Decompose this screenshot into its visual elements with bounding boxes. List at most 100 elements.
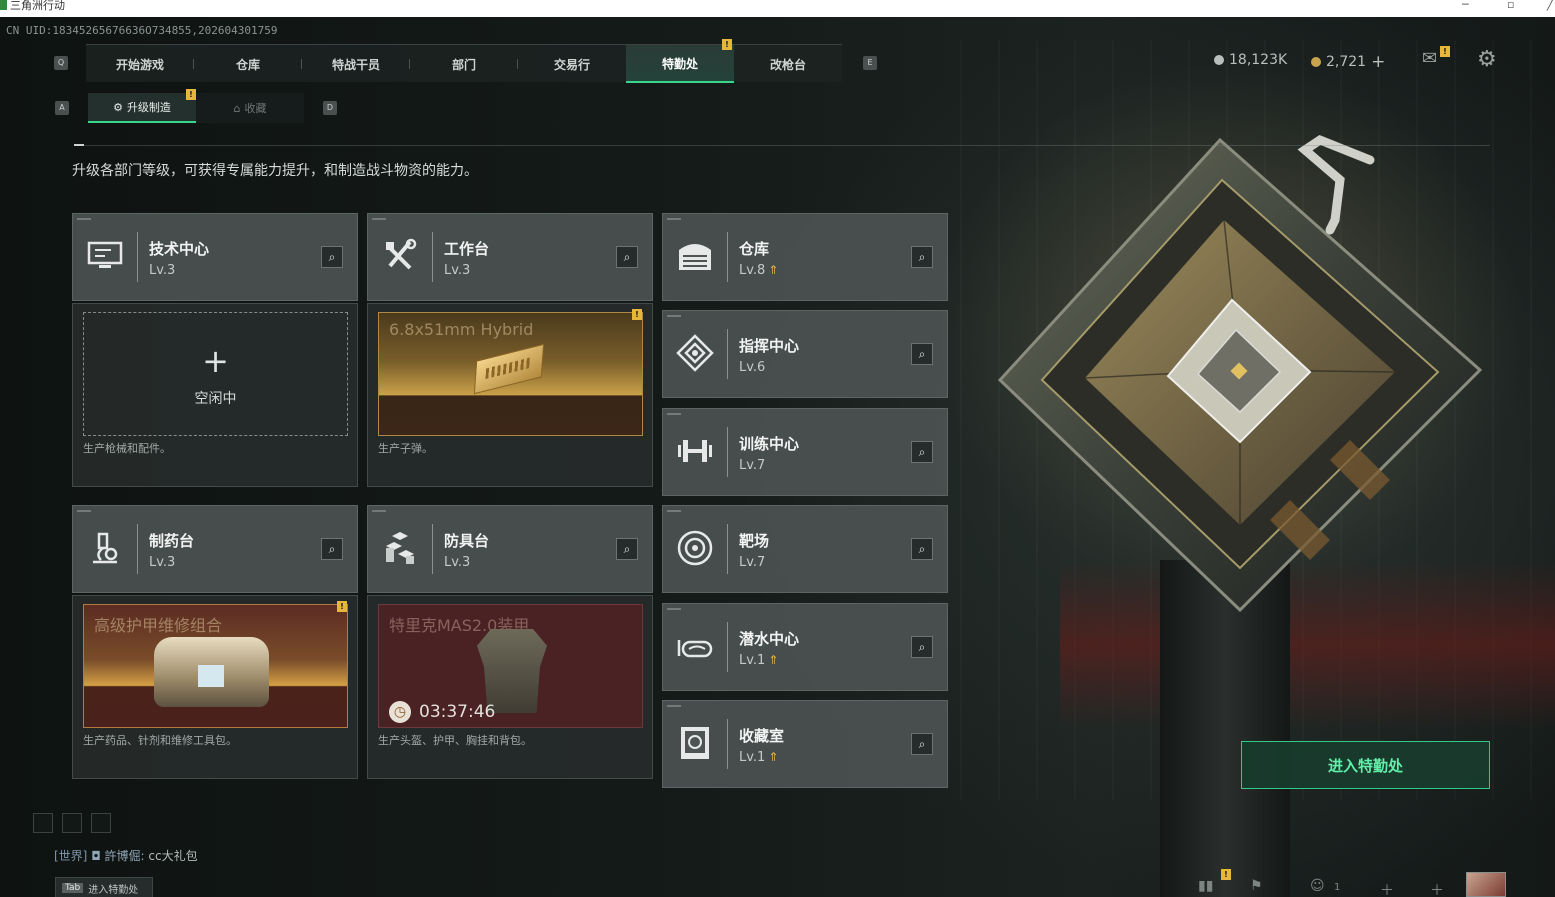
card-divider <box>137 232 138 282</box>
subtab-collection[interactable]: ⌂ 收藏 <box>196 93 304 123</box>
gold-currency[interactable]: 2,721 + <box>1311 52 1385 72</box>
close-icon[interactable]: ╱ <box>1547 0 1554 10</box>
search-icon: ⌕ <box>623 250 631 264</box>
dept-card-pharmacy[interactable]: 制药台 Lv.3 ⌕ <box>72 505 358 593</box>
maximize-icon[interactable]: ▫ <box>1507 0 1514 10</box>
search-button[interactable]: ⌕ <box>911 441 933 463</box>
dept-name: 仓库 <box>739 240 770 258</box>
notification-badge: ! <box>186 89 196 100</box>
tab-start-game[interactable]: 开始游戏 <box>86 45 194 83</box>
dept-card-workbench[interactable]: 工作台 Lv.3 ⌕ <box>367 213 653 301</box>
quick-slot[interactable] <box>62 813 82 833</box>
dept-name: 靶场 <box>739 532 770 550</box>
dept-card-tech-center[interactable]: 技术中心 Lv.3 ⌕ <box>72 213 358 301</box>
microscope-icon <box>83 528 127 572</box>
tab-warehouse[interactable]: 仓库 <box>194 45 302 83</box>
upgrade-arrow-icon: ⇑ <box>768 750 779 764</box>
enter-special-ops-button[interactable]: 进入特勤处 <box>1241 741 1490 789</box>
minimize-icon[interactable]: ─ <box>1462 0 1469 10</box>
stats-icon[interactable]: ▮▮ <box>1198 878 1213 894</box>
item-name: 6.8x51mm Hybrid <box>389 320 534 339</box>
divider-accent <box>74 144 84 146</box>
search-button[interactable]: ⌕ <box>911 733 933 755</box>
card-divider <box>727 622 728 672</box>
search-icon: ⌕ <box>918 640 926 654</box>
notification-badge: ! <box>722 39 732 50</box>
tab-key-hint[interactable]: Tab 进入特勤处 <box>55 877 153 897</box>
search-button[interactable]: ⌕ <box>911 636 933 658</box>
dept-level: Lv.3 <box>444 263 470 278</box>
subnav-key-left: A <box>55 101 69 115</box>
silver-currency: 18,123K <box>1214 52 1287 68</box>
gold-amount: 2,721 <box>1326 54 1367 70</box>
notification-badge: ! <box>337 601 347 612</box>
add-production-icon: + <box>202 342 229 380</box>
dept-level: Lv.1 ⇑ <box>739 750 778 765</box>
dept-level: Lv.3 <box>149 555 175 570</box>
subtab-upgrade-craft[interactable]: ⚙ 升级制造 ! <box>88 89 196 123</box>
dept-card-command-center[interactable]: 指挥中心 Lv.6 ⌕ <box>662 310 948 398</box>
settings-gear-icon[interactable]: ⚙ <box>1477 47 1497 72</box>
production-timer: ◷ 03:37:46 <box>389 701 495 723</box>
silver-coin-icon <box>1214 55 1224 65</box>
search-button[interactable]: ⌕ <box>911 538 933 560</box>
tab-key: Tab <box>62 883 84 893</box>
chat-line[interactable]: [世界] ◘ 許博倔: cc大礼包 <box>54 847 198 864</box>
add-friend-icon[interactable]: ＋ <box>1380 880 1394 897</box>
card-divider <box>727 329 728 379</box>
tab-trade[interactable]: 交易行 <box>518 45 626 83</box>
add-icon[interactable]: ＋ <box>1430 880 1444 897</box>
quick-slot[interactable] <box>33 813 53 833</box>
tab-label: 特勤处 <box>661 56 698 71</box>
dept-card-warehouse[interactable]: 仓库 Lv.8 ⇑ ⌕ <box>662 213 948 301</box>
search-icon: ⌕ <box>328 250 336 264</box>
kit-window <box>198 665 224 687</box>
search-button[interactable]: ⌕ <box>616 246 638 268</box>
armor-repair-kit-image <box>154 637 269 707</box>
chat-message: cc大礼包 <box>148 849 198 863</box>
sub-nav: ⚙ 升级制造 ! ⌂ 收藏 <box>88 89 304 123</box>
tab-department[interactable]: 部门 <box>410 45 518 83</box>
flag-icon[interactable]: ⚑ <box>1250 878 1263 894</box>
production-slot-empty[interactable]: + 空闲中 <box>83 312 348 436</box>
production-slot-ammo[interactable]: 6.8x51mm Hybrid ! <box>378 309 643 436</box>
target-icon <box>673 528 717 572</box>
dept-card-diving-center[interactable]: 潜水中心 Lv.1 ⇑ ⌕ <box>662 603 948 691</box>
search-button[interactable]: ⌕ <box>321 538 343 560</box>
production-panel-armory: 特里克MAS2.0装甲 ◷ 03:37:46 生产头盔、护甲、胸挂和背包。 <box>367 595 653 779</box>
dept-card-armory[interactable]: 防具台 Lv.3 ⌕ <box>367 505 653 593</box>
search-button[interactable]: ⌕ <box>911 246 933 268</box>
special-ops-crate-illustration <box>997 134 1483 613</box>
tab-gunsmith[interactable]: 改枪台 <box>734 45 842 83</box>
dept-card-collection-room[interactable]: 收藏室 Lv.1 ⇑ ⌕ <box>662 700 948 788</box>
tab-operators[interactable]: 特战干员 <box>302 45 410 83</box>
card-corner <box>667 413 681 415</box>
friends-icon[interactable]: ☺ <box>1310 878 1325 894</box>
search-button[interactable]: ⌕ <box>616 538 638 560</box>
dept-card-shooting-range[interactable]: 靶场 Lv.7 ⌕ <box>662 505 948 593</box>
quick-slot[interactable] <box>91 813 111 833</box>
dept-level-value: Lv.1 <box>739 653 766 668</box>
goggles-icon <box>673 626 717 670</box>
dept-level-value: Lv.8 <box>739 263 766 278</box>
window-title: 三角洲行动 <box>10 0 65 12</box>
search-icon: ⌕ <box>328 542 336 556</box>
production-desc: 生产药品、针剂和维修工具包。 <box>83 734 237 747</box>
avatar[interactable] <box>1466 872 1506 897</box>
production-slot-armor[interactable]: 特里克MAS2.0装甲 ◷ 03:37:46 <box>378 604 643 728</box>
production-slot-kit[interactable]: 高级护甲维修组合 ! <box>83 601 348 728</box>
search-button[interactable]: ⌕ <box>321 246 343 268</box>
dept-card-training-center[interactable]: 训练中心 Lv.7 ⌕ <box>662 408 948 496</box>
dept-name: 制药台 <box>149 532 195 550</box>
tab-label: 改枪台 <box>769 57 806 72</box>
tab-label: 仓库 <box>235 57 260 72</box>
ammo-box-image <box>473 343 545 395</box>
warehouse-icon <box>673 236 717 280</box>
slot-state: 空闲中 <box>194 391 237 407</box>
dept-level-value: Lv.6 <box>739 360 766 375</box>
add-currency-button[interactable]: + <box>1371 52 1385 72</box>
tab-special-ops[interactable]: 特勤处 ! <box>626 39 734 83</box>
search-button[interactable]: ⌕ <box>911 343 933 365</box>
trophy-icon <box>673 723 717 767</box>
mail-icon[interactable]: ✉ <box>1422 48 1437 69</box>
